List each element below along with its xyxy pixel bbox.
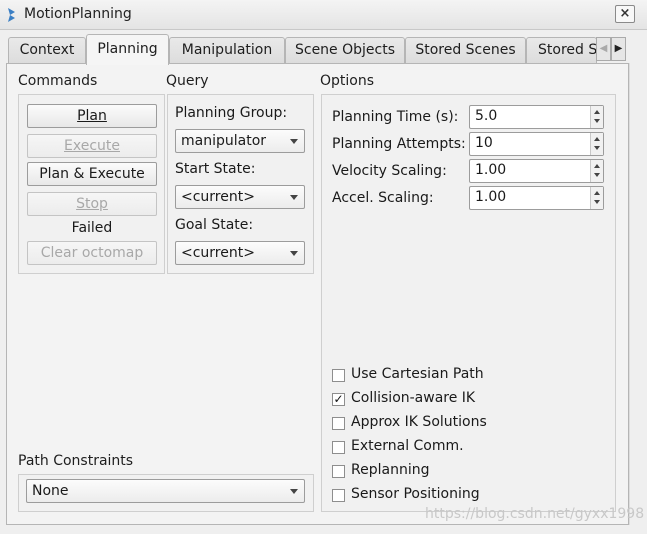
arrow-up-icon[interactable]	[594, 137, 600, 141]
planning-group-value: manipulator	[181, 133, 267, 149]
stop-button[interactable]: Stop	[27, 192, 157, 216]
tab-scene-objects[interactable]: Scene Objects	[285, 37, 405, 64]
plan-label: Plan	[77, 108, 107, 124]
replanning-label: Replanning	[351, 462, 430, 478]
spinbox-arrows[interactable]	[590, 133, 603, 155]
arrow-up-icon[interactable]	[594, 164, 600, 168]
planning-attempts-value: 10	[475, 135, 493, 151]
tab-stored-states[interactable]: Stored S	[526, 37, 597, 64]
arrow-down-icon[interactable]	[594, 200, 600, 204]
stop-label: Stop	[76, 196, 108, 212]
path-constraints-select[interactable]: None	[26, 479, 305, 503]
planning-time-spinbox[interactable]: 5.0	[469, 105, 604, 129]
goal-state-value: <current>	[181, 245, 255, 261]
arrow-down-icon[interactable]	[594, 146, 600, 150]
panel-scrollbar[interactable]	[629, 63, 641, 525]
tab-bar: Context Planning Manipulation Scene Obje…	[0, 34, 647, 65]
tab-manipulation[interactable]: Manipulation	[169, 37, 285, 64]
chevron-down-icon	[290, 139, 298, 144]
checkbox-unchecked-icon[interactable]	[332, 369, 345, 382]
accel-scaling-value: 1.00	[475, 189, 507, 205]
path-constraints-heading: Path Constraints	[18, 453, 134, 469]
options-heading: Options	[320, 73, 375, 89]
accel-scaling-spinbox[interactable]: 1.00	[469, 186, 604, 210]
path-constraints-value: None	[32, 483, 69, 499]
planning-time-label: Planning Time (s):	[332, 109, 459, 125]
query-heading: Query	[166, 73, 209, 89]
accel-scaling-label: Accel. Scaling:	[332, 190, 434, 206]
spinbox-arrows[interactable]	[590, 187, 603, 209]
checkbox-unchecked-icon[interactable]	[332, 489, 345, 502]
start-state-label: Start State:	[175, 161, 256, 177]
collision-aware-ik-label: Collision-aware IK	[351, 390, 476, 406]
start-state-select[interactable]: <current>	[175, 185, 305, 209]
window-title: MotionPlanning	[24, 6, 132, 22]
velocity-scaling-spinbox[interactable]: 1.00	[469, 159, 604, 183]
checkmark-icon[interactable]: ✓	[332, 393, 345, 406]
goal-state-label: Goal State:	[175, 217, 254, 233]
tab-planning[interactable]: Planning	[86, 34, 169, 65]
chevron-down-icon	[290, 195, 298, 200]
use-cartesian-path-label: Use Cartesian Path	[351, 366, 484, 382]
chevron-down-icon	[290, 489, 298, 494]
tab-stored-scenes[interactable]: Stored Scenes	[405, 37, 526, 64]
plan-execute-button[interactable]: Plan & Execute	[27, 162, 157, 186]
velocity-scaling-label: Velocity Scaling:	[332, 163, 447, 179]
plan-status-text: Failed	[71, 220, 113, 236]
clear-octomap-button[interactable]: Clear octomap	[27, 241, 157, 265]
chevron-down-icon	[290, 251, 298, 256]
title-bar: MotionPlanning ×	[0, 0, 647, 30]
execute-button[interactable]: Execute	[27, 134, 157, 158]
planning-group-select[interactable]: manipulator	[175, 129, 305, 153]
planning-attempts-spinbox[interactable]: 10	[469, 132, 604, 156]
start-state-value: <current>	[181, 189, 255, 205]
arrow-up-icon[interactable]	[594, 110, 600, 114]
checkbox-unchecked-icon[interactable]	[332, 465, 345, 478]
planning-group-label: Planning Group:	[175, 105, 288, 121]
execute-label: Execute	[64, 138, 120, 154]
planning-time-value: 5.0	[475, 108, 498, 124]
arrow-down-icon[interactable]	[594, 173, 600, 177]
spinbox-arrows[interactable]	[590, 106, 603, 128]
velocity-scaling-value: 1.00	[475, 162, 507, 178]
tab-scroll-left-icon[interactable]: ◀	[596, 37, 611, 61]
checkbox-unchecked-icon[interactable]	[332, 441, 345, 454]
checkbox-unchecked-icon[interactable]	[332, 417, 345, 430]
spinbox-arrows[interactable]	[590, 160, 603, 182]
close-button[interactable]: ×	[615, 5, 635, 23]
external-comm-label: External Comm.	[351, 438, 464, 454]
plan-button[interactable]: Plan	[27, 104, 157, 128]
rviz-logo-icon	[8, 8, 15, 22]
planning-attempts-label: Planning Attempts:	[332, 136, 466, 152]
tab-scroll-right-icon[interactable]: ▶	[611, 37, 626, 61]
arrow-down-icon[interactable]	[594, 119, 600, 123]
approx-ik-solutions-label: Approx IK Solutions	[351, 414, 487, 430]
commands-heading: Commands	[18, 73, 98, 89]
tab-context[interactable]: Context	[8, 37, 86, 64]
goal-state-select[interactable]: <current>	[175, 241, 305, 265]
arrow-up-icon[interactable]	[594, 191, 600, 195]
watermark: https://blog.csdn.net/gyxx1998	[425, 506, 645, 522]
sensor-positioning-label: Sensor Positioning	[351, 486, 480, 502]
